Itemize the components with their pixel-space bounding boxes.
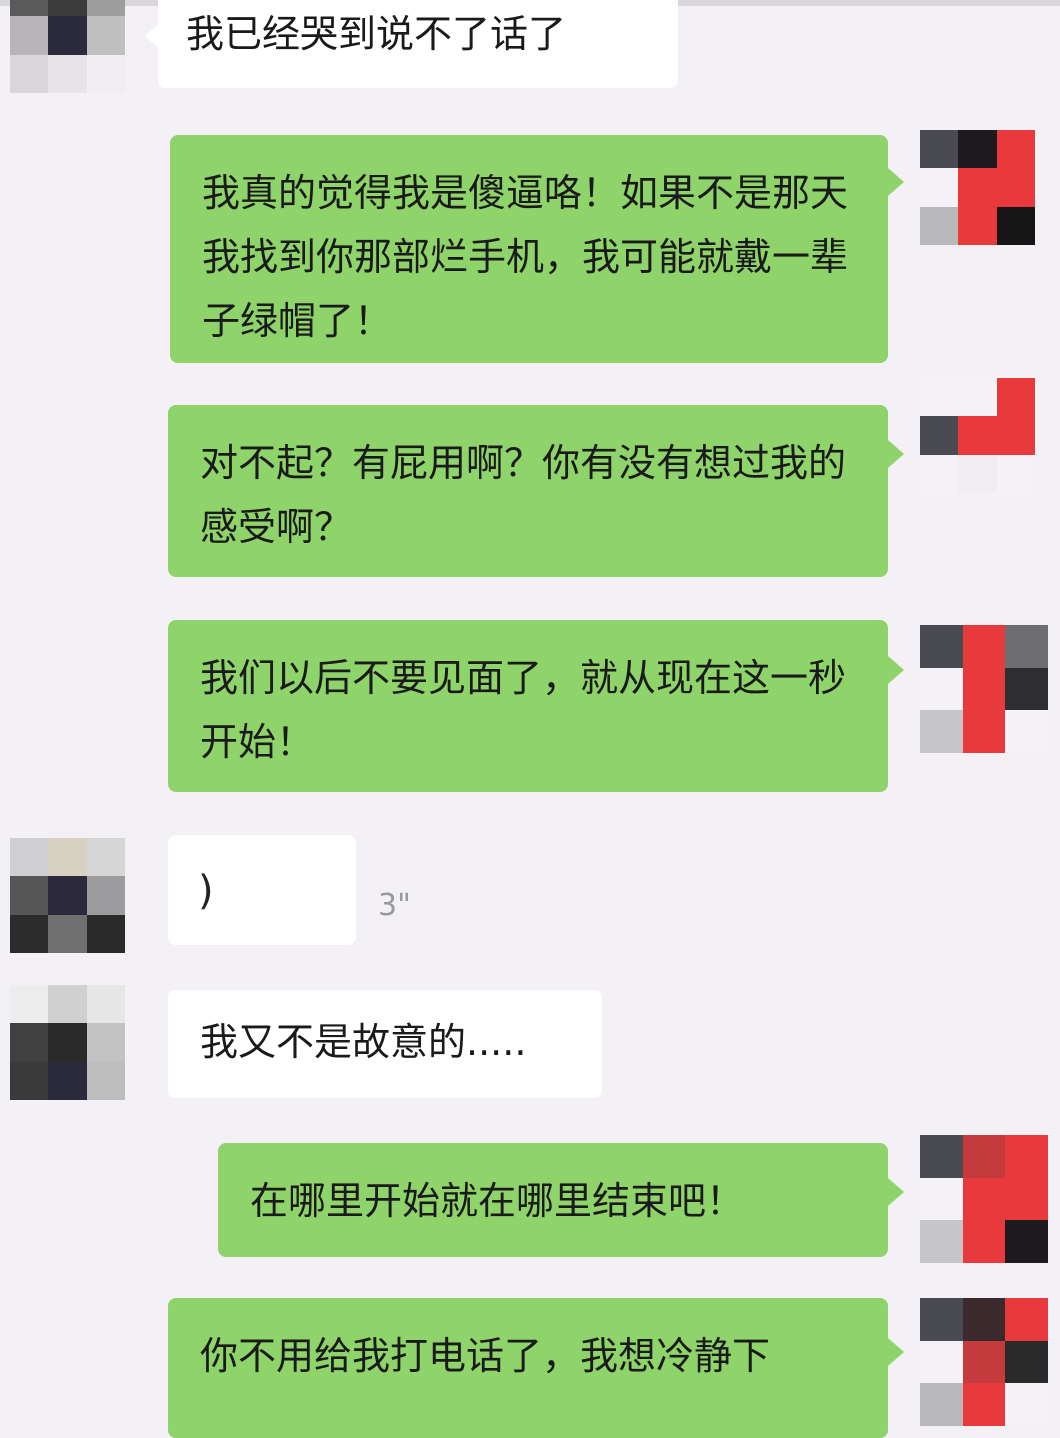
bubble-tail: [888, 656, 904, 684]
message-text[interactable]: 你不用给我打电话了，我想冷静下: [168, 1298, 888, 1438]
voice-duration: 3": [378, 888, 411, 923]
user-avatar[interactable]: [920, 1298, 1048, 1426]
message-text[interactable]: 我们以后不要见面了，就从现在这一秒开始！: [168, 620, 888, 792]
user-avatar[interactable]: [920, 130, 1035, 245]
voice-message-bubble[interactable]: ): [168, 835, 356, 945]
bubble-tail: [888, 1338, 904, 1366]
bubble-tail: [888, 1178, 904, 1206]
user-avatar[interactable]: [920, 625, 1048, 753]
contact-avatar[interactable]: [10, 985, 125, 1100]
user-avatar[interactable]: [920, 378, 1035, 493]
user-avatar[interactable]: [920, 1135, 1048, 1263]
message-text[interactable]: 对不起？有屁用啊？你有没有想过我的感受啊？: [168, 405, 888, 577]
contact-avatar[interactable]: [10, 0, 125, 93]
contact-avatar[interactable]: [10, 838, 125, 953]
message-text[interactable]: 在哪里开始就在哪里结束吧！: [218, 1143, 888, 1257]
bubble-tail: [888, 168, 904, 196]
message-text[interactable]: 我真的觉得我是傻逼咯！如果不是那天我找到你那部烂手机，我可能就戴一辈子绿帽了！: [170, 135, 888, 363]
message-text[interactable]: 我已经哭到说不了话了: [158, 0, 678, 88]
bubble-tail: [888, 440, 904, 468]
voice-wave-icon: ): [198, 868, 214, 914]
message-text[interactable]: 我又不是故意的.....: [168, 990, 602, 1098]
